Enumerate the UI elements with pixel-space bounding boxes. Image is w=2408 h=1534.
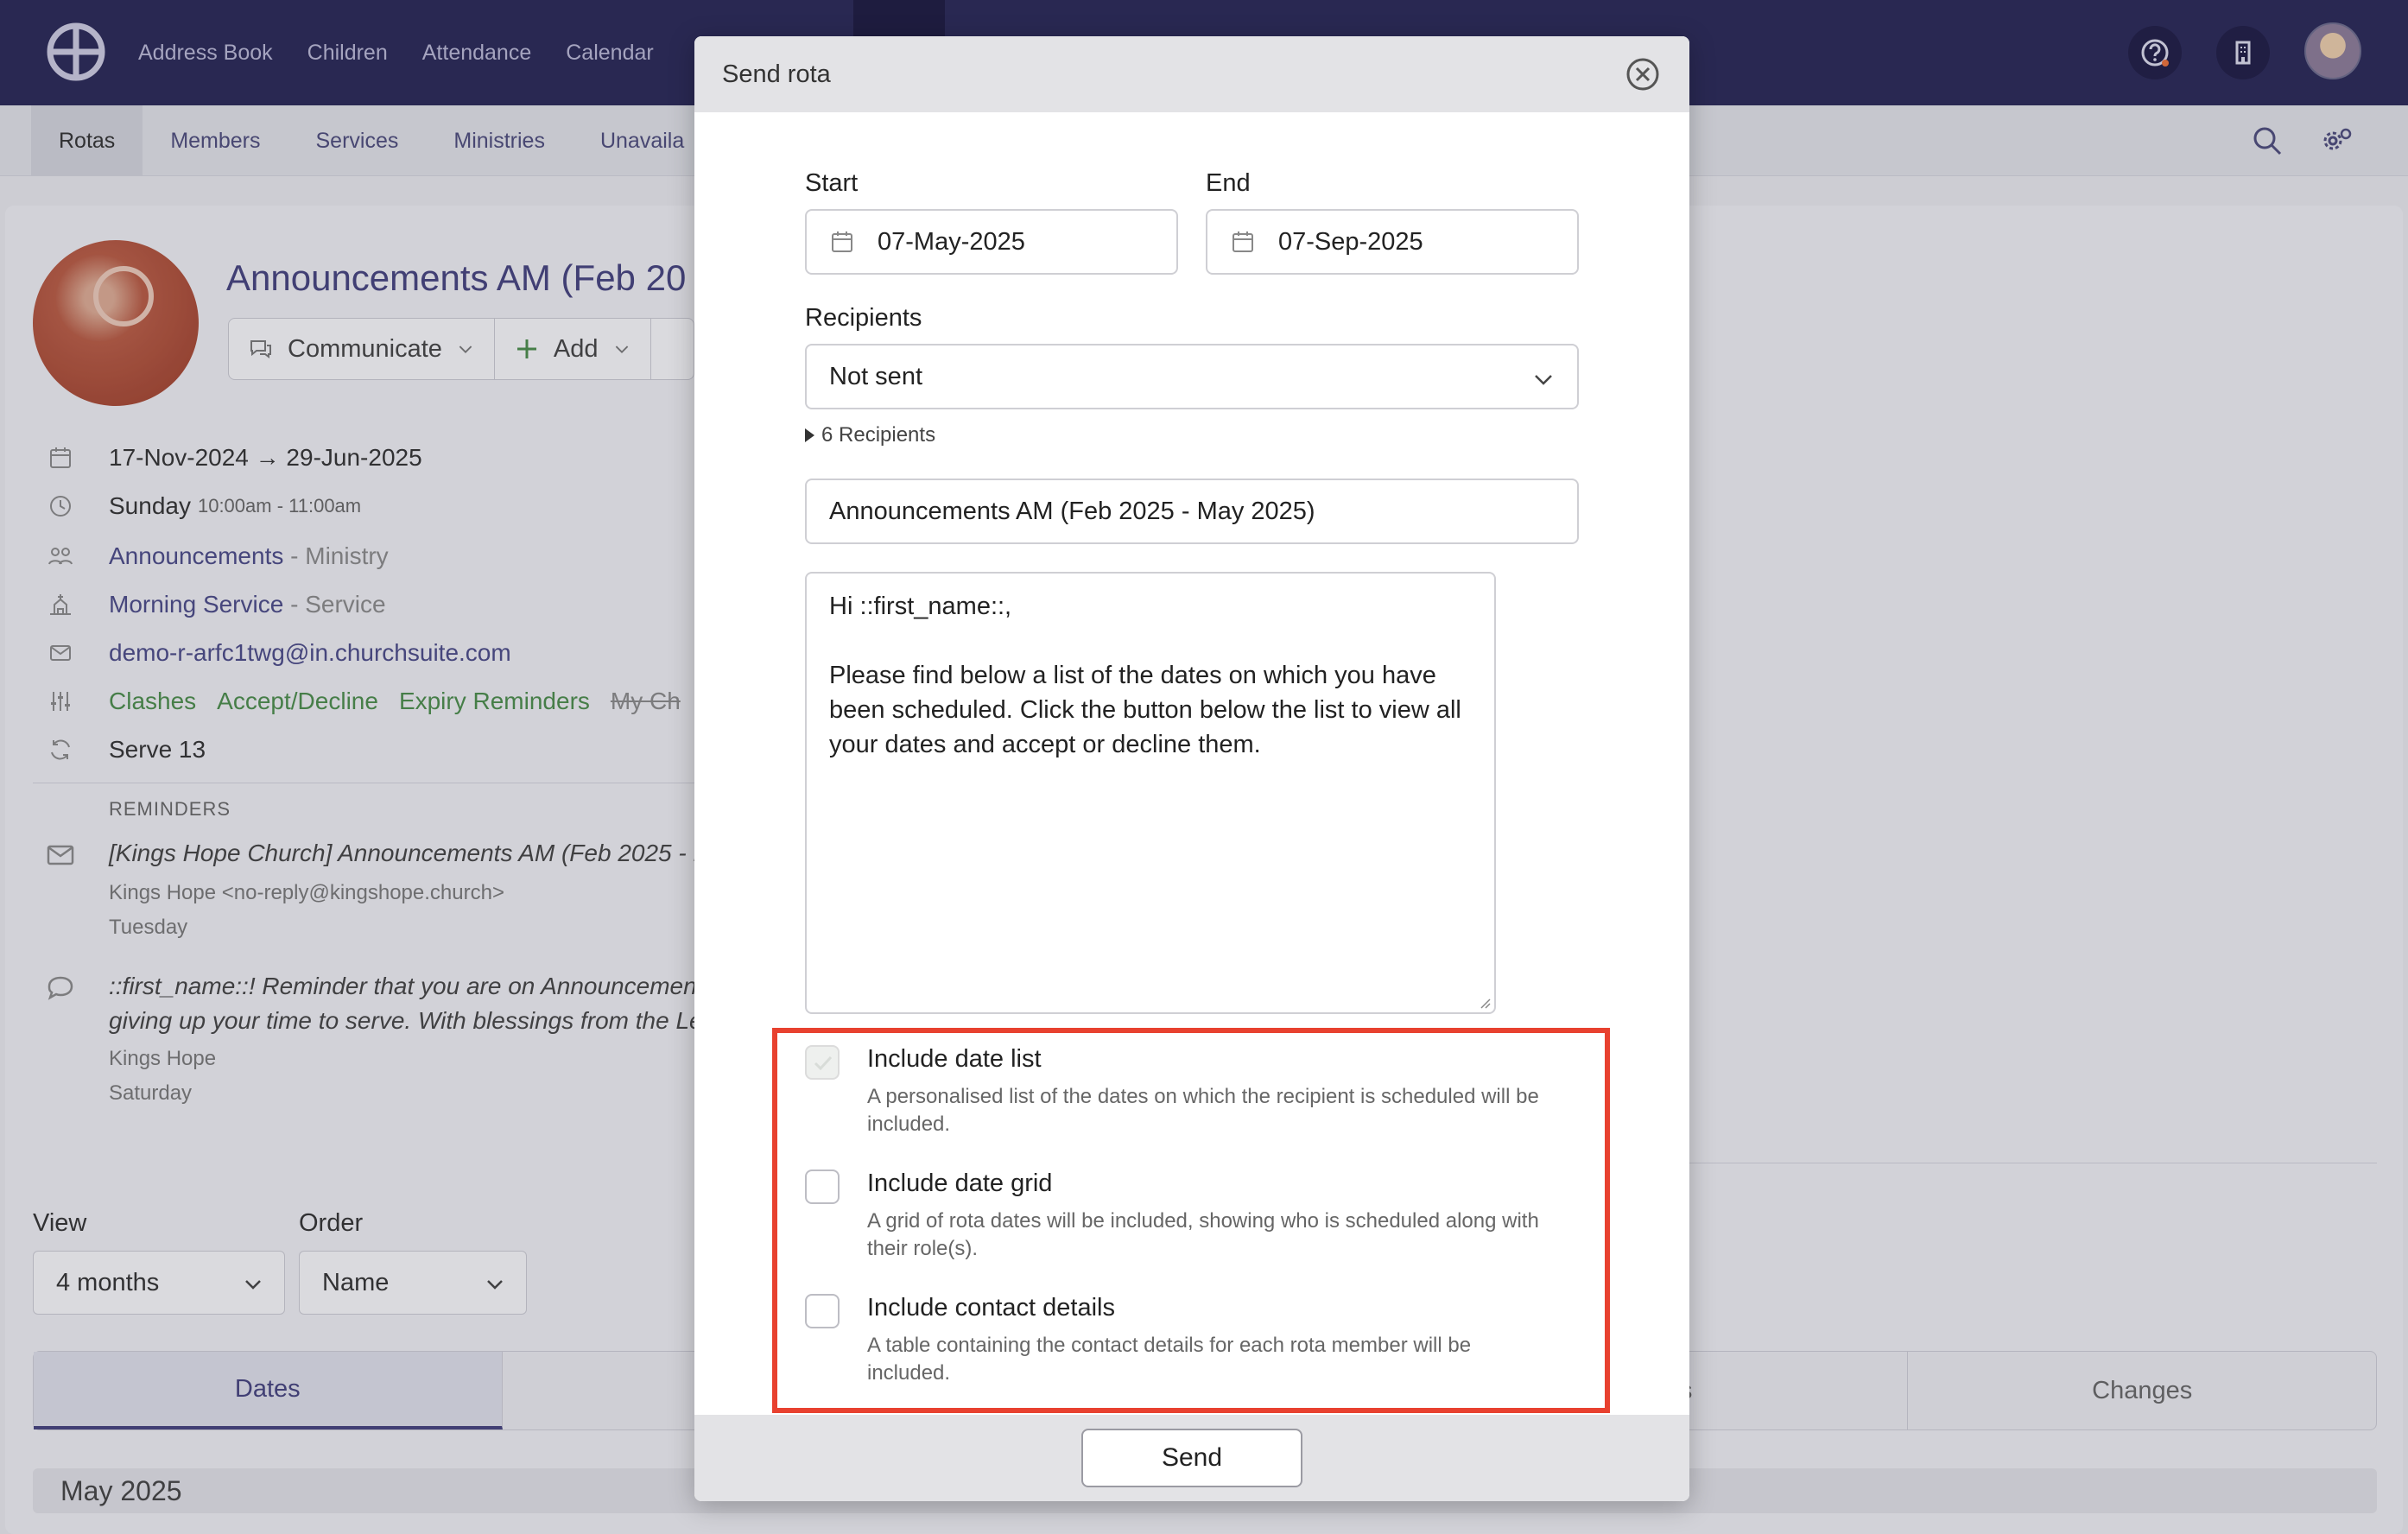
message-textarea[interactable]: Hi ::first_name::, Please find below a l… xyxy=(805,572,1496,1014)
subject-input[interactable] xyxy=(805,479,1579,544)
message-body: Please find below a list of the dates on… xyxy=(829,662,1461,758)
modal-title: Send rota xyxy=(722,60,831,88)
modal-header: Send rota xyxy=(694,36,1689,112)
start-date-value: 07-May-2025 xyxy=(878,227,1025,256)
chevron-down-icon xyxy=(1535,375,1552,385)
disclosure-triangle-icon xyxy=(805,428,814,442)
options-highlight-box xyxy=(772,1028,1610,1413)
message-greeting: Hi ::first_name::, xyxy=(829,593,1012,620)
send-button[interactable]: Send xyxy=(1081,1429,1302,1487)
recipients-count: 6 Recipients xyxy=(821,423,936,447)
send-rota-modal: Send rota Start 07-May-2025 End 07-Sep-2… xyxy=(694,36,1689,1501)
subject-field[interactable] xyxy=(829,497,1577,526)
start-label: Start xyxy=(805,169,859,197)
calendar-icon xyxy=(1233,231,1253,252)
modal-footer: Send xyxy=(694,1415,1689,1501)
end-date-input[interactable]: 07-Sep-2025 xyxy=(1206,209,1579,275)
recipients-select[interactable]: Not sent xyxy=(805,344,1579,409)
calendar-icon xyxy=(832,231,852,252)
resize-handle-icon[interactable] xyxy=(1477,995,1491,1009)
end-date-value: 07-Sep-2025 xyxy=(1278,227,1423,256)
start-date-input[interactable]: 07-May-2025 xyxy=(805,209,1178,275)
recipients-label: Recipients xyxy=(805,304,922,332)
end-label: End xyxy=(1206,169,1251,197)
close-icon[interactable] xyxy=(1624,55,1662,93)
recipients-value: Not sent xyxy=(829,362,922,390)
recipients-toggle[interactable]: 6 Recipients xyxy=(805,423,935,447)
